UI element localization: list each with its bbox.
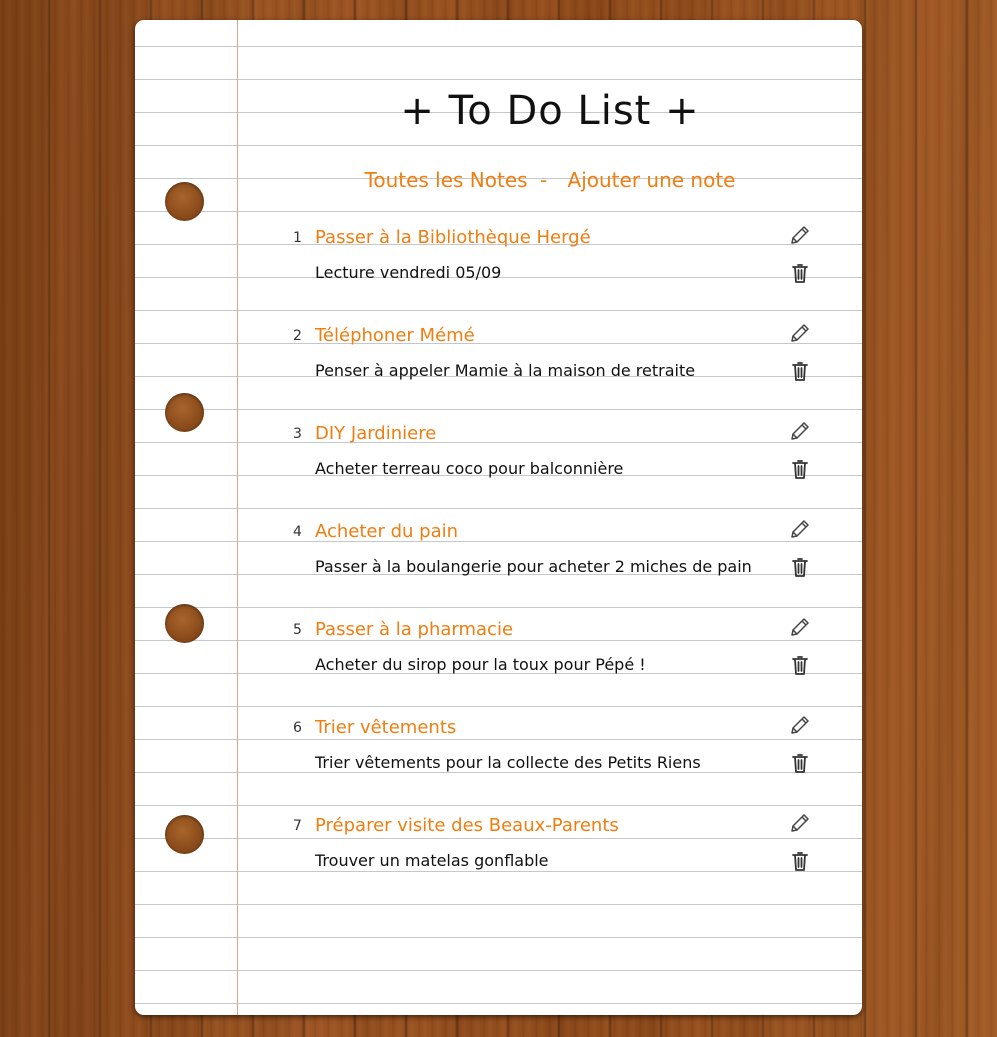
trash-icon <box>792 656 808 675</box>
list-item: 1 Passer à la Bibliothèque Hergé Lecture… <box>293 222 823 302</box>
note-number: 7 <box>293 818 302 834</box>
pencil-icon <box>791 618 809 636</box>
notebook-paper: + To Do List + Toutes les Notes - Ajoute… <box>135 20 862 1015</box>
trash-icon <box>792 362 808 381</box>
note-number: 5 <box>293 622 302 638</box>
pencil-icon <box>791 716 809 734</box>
pencil-icon <box>791 324 809 342</box>
note-number: 2 <box>293 328 302 344</box>
note-title[interactable]: DIY Jardiniere <box>315 423 436 444</box>
note-number: 4 <box>293 524 302 540</box>
delete-note-button[interactable] <box>787 652 813 678</box>
note-title[interactable]: Acheter du pain <box>315 521 458 542</box>
pencil-icon <box>791 226 809 244</box>
note-description: Lecture vendredi 05/09 <box>315 263 502 282</box>
note-number: 1 <box>293 230 302 246</box>
note-description: Trier vêtements pour la collecte des Pet… <box>315 753 701 772</box>
list-item: 4 Acheter du pain Passer à la boulangeri… <box>293 516 823 596</box>
pencil-icon <box>791 814 809 832</box>
delete-note-button[interactable] <box>787 848 813 874</box>
list-item: 3 DIY Jardiniere Acheter terreau coco po… <box>293 418 823 498</box>
pencil-icon <box>791 422 809 440</box>
delete-note-button[interactable] <box>787 750 813 776</box>
edit-note-button[interactable] <box>787 222 813 248</box>
note-description: Trouver un matelas gonflable <box>315 851 549 870</box>
note-description: Acheter du sirop pour la toux pour Pépé … <box>315 655 646 674</box>
note-title[interactable]: Passer à la pharmacie <box>315 619 513 640</box>
list-item: 5 Passer à la pharmacie Acheter du sirop… <box>293 614 823 694</box>
trash-icon <box>792 264 808 283</box>
edit-note-button[interactable] <box>787 516 813 542</box>
note-description: Acheter terreau coco pour balconnière <box>315 459 624 478</box>
list-item: 2 Téléphoner Mémé Penser à appeler Mamie… <box>293 320 823 400</box>
note-title[interactable]: Passer à la Bibliothèque Hergé <box>315 227 591 248</box>
note-description: Passer à la boulangerie pour acheter 2 m… <box>315 557 752 576</box>
note-title[interactable]: Téléphoner Mémé <box>315 325 475 346</box>
notes-list: 1 Passer à la Bibliothèque Hergé Lecture… <box>135 20 862 1015</box>
list-item: 6 Trier vêtements Trier vêtements pour l… <box>293 712 823 792</box>
pencil-icon <box>791 520 809 538</box>
edit-note-button[interactable] <box>787 810 813 836</box>
edit-note-button[interactable] <box>787 712 813 738</box>
trash-icon <box>792 852 808 871</box>
edit-note-button[interactable] <box>787 614 813 640</box>
delete-note-button[interactable] <box>787 358 813 384</box>
delete-note-button[interactable] <box>787 456 813 482</box>
note-number: 3 <box>293 426 302 442</box>
note-number: 6 <box>293 720 302 736</box>
note-title[interactable]: Trier vêtements <box>315 717 456 738</box>
trash-icon <box>792 460 808 479</box>
list-item: 7 Préparer visite des Beaux-Parents Trou… <box>293 810 823 890</box>
delete-note-button[interactable] <box>787 554 813 580</box>
delete-note-button[interactable] <box>787 260 813 286</box>
trash-icon <box>792 558 808 577</box>
edit-note-button[interactable] <box>787 320 813 346</box>
trash-icon <box>792 754 808 773</box>
edit-note-button[interactable] <box>787 418 813 444</box>
note-title[interactable]: Préparer visite des Beaux-Parents <box>315 815 619 836</box>
note-description: Penser à appeler Mamie à la maison de re… <box>315 361 696 380</box>
